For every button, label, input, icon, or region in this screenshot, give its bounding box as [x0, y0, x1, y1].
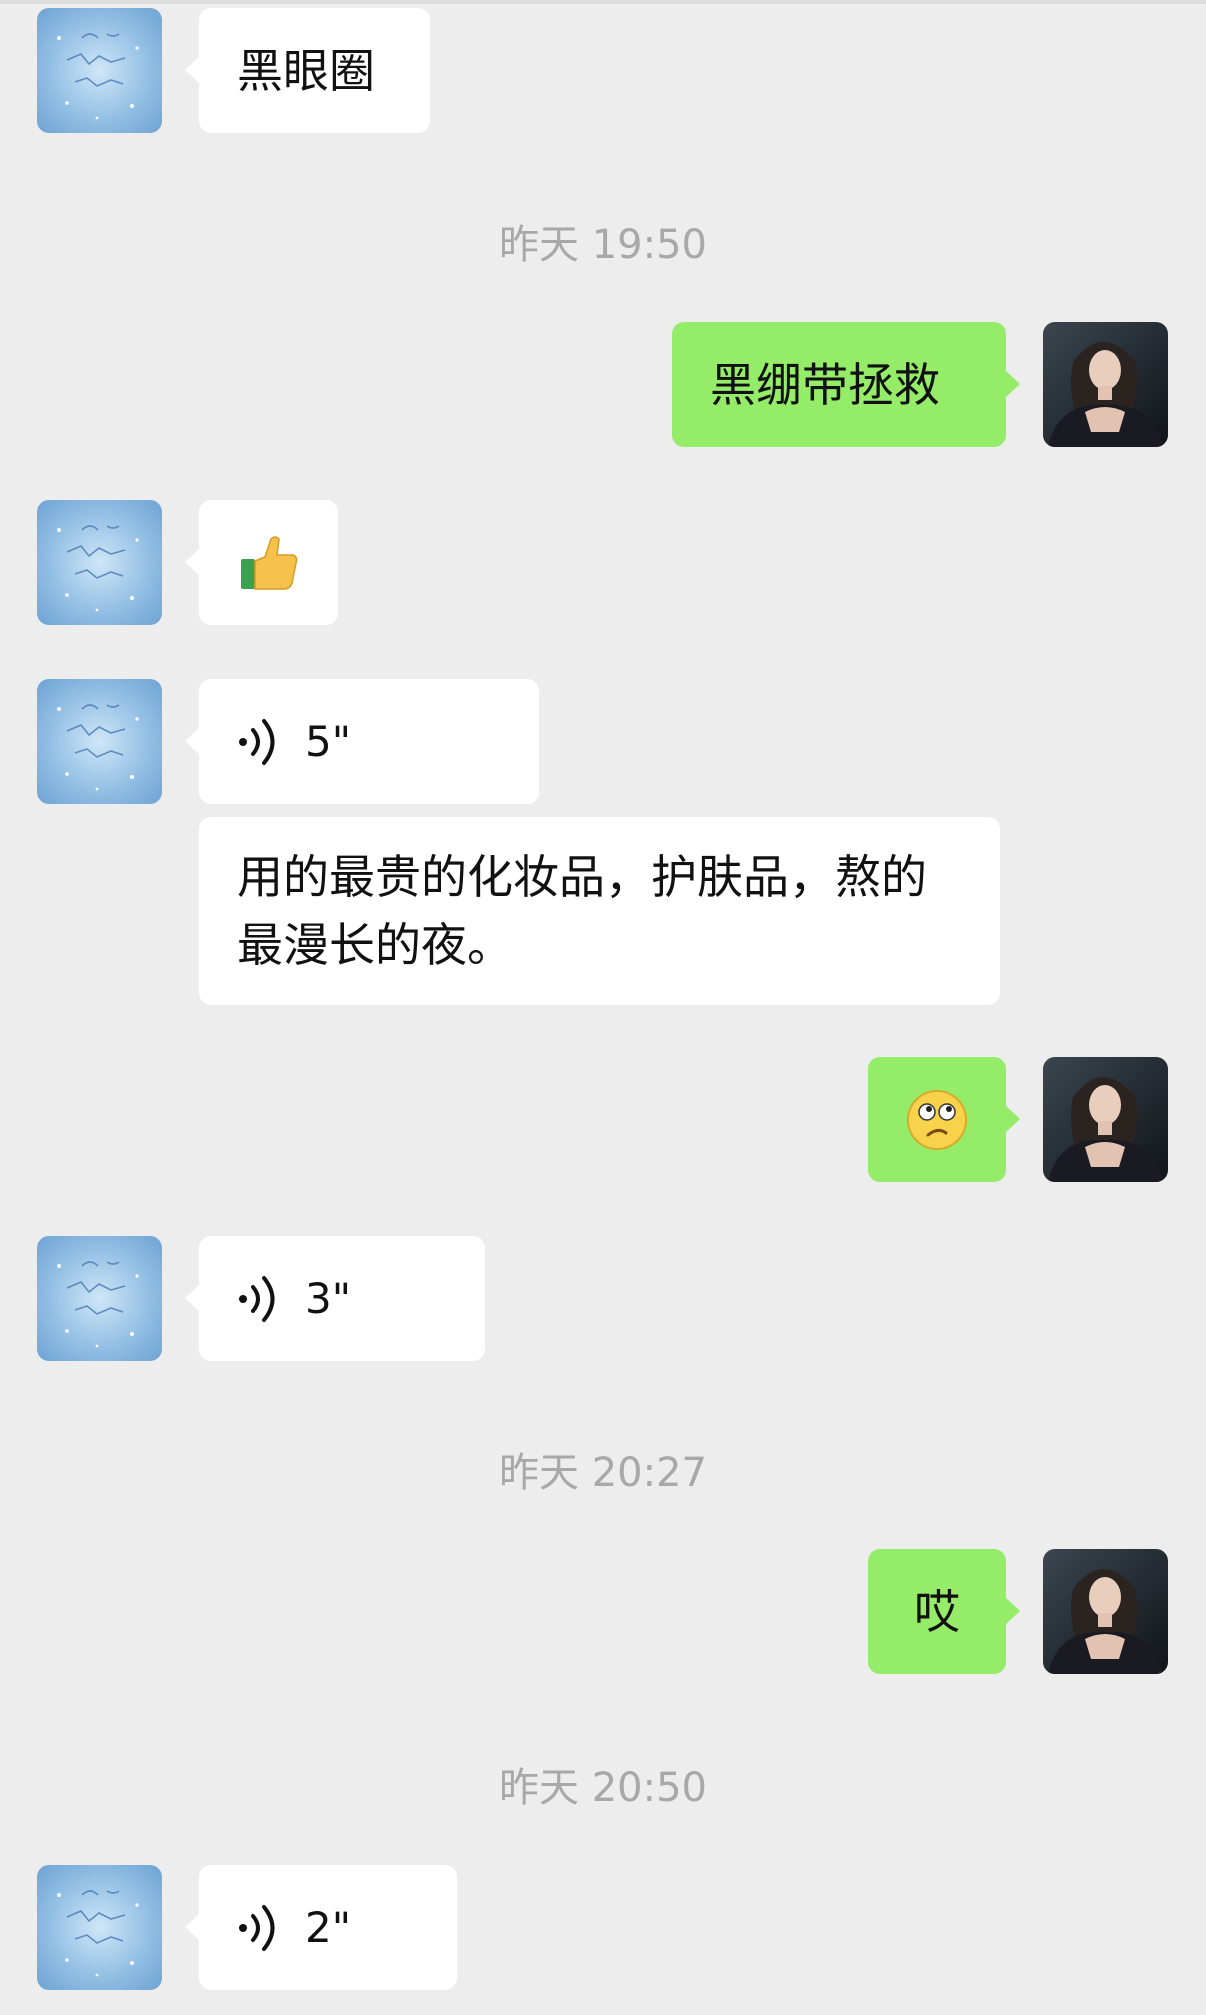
voice-wave-icon	[239, 1275, 275, 1322]
my-avatar[interactable]	[1043, 322, 1168, 447]
contact-avatar[interactable]	[37, 679, 162, 804]
my-avatar[interactable]	[1043, 1549, 1168, 1674]
message-text: 哎	[914, 1584, 960, 1639]
top-divider	[0, 0, 1206, 4]
voice-message-bubble[interactable]: 2"	[185, 1865, 457, 1990]
contact-avatar[interactable]	[37, 8, 162, 133]
voice-message-bubble[interactable]: 3"	[185, 1236, 485, 1361]
message-bubble-outgoing[interactable]	[868, 1057, 1020, 1182]
voice-duration: 2"	[305, 1902, 352, 1952]
voice-duration: 5"	[305, 716, 352, 766]
message-text: 黑绷带拯救	[710, 357, 940, 412]
contact-avatar[interactable]	[37, 500, 162, 625]
voice-wave-icon	[239, 1904, 275, 1951]
voice-message-bubble[interactable]: 5"	[185, 679, 539, 804]
message-bubble-outgoing[interactable]: 黑绷带拯救	[672, 322, 1020, 447]
message-text: 用的最贵的化妆品，护肤品，熬的最漫长的夜。	[237, 850, 927, 972]
voice-wave-icon	[239, 718, 275, 765]
message-bubble-incoming[interactable]	[185, 500, 338, 625]
message-bubble-outgoing[interactable]: 哎	[868, 1549, 1020, 1674]
confused-face-icon	[907, 1089, 967, 1150]
voice-duration: 3"	[305, 1273, 352, 1323]
contact-avatar[interactable]	[37, 1236, 162, 1361]
my-avatar[interactable]	[1043, 1057, 1168, 1182]
contact-avatar[interactable]	[37, 1865, 162, 1990]
chat-timestamp: 昨天 20:27	[499, 1450, 707, 1496]
chat-timestamp: 昨天 19:50	[499, 222, 707, 268]
voice-transcription-bubble[interactable]: 用的最贵的化妆品，护肤品，熬的最漫长的夜。	[199, 817, 1000, 1005]
message-bubble-incoming[interactable]: 黑眼圈	[185, 8, 430, 133]
thumbs-up-icon	[240, 535, 297, 590]
chat-timestamp: 昨天 20:50	[499, 1765, 707, 1811]
message-text: 黑眼圈	[237, 43, 375, 98]
